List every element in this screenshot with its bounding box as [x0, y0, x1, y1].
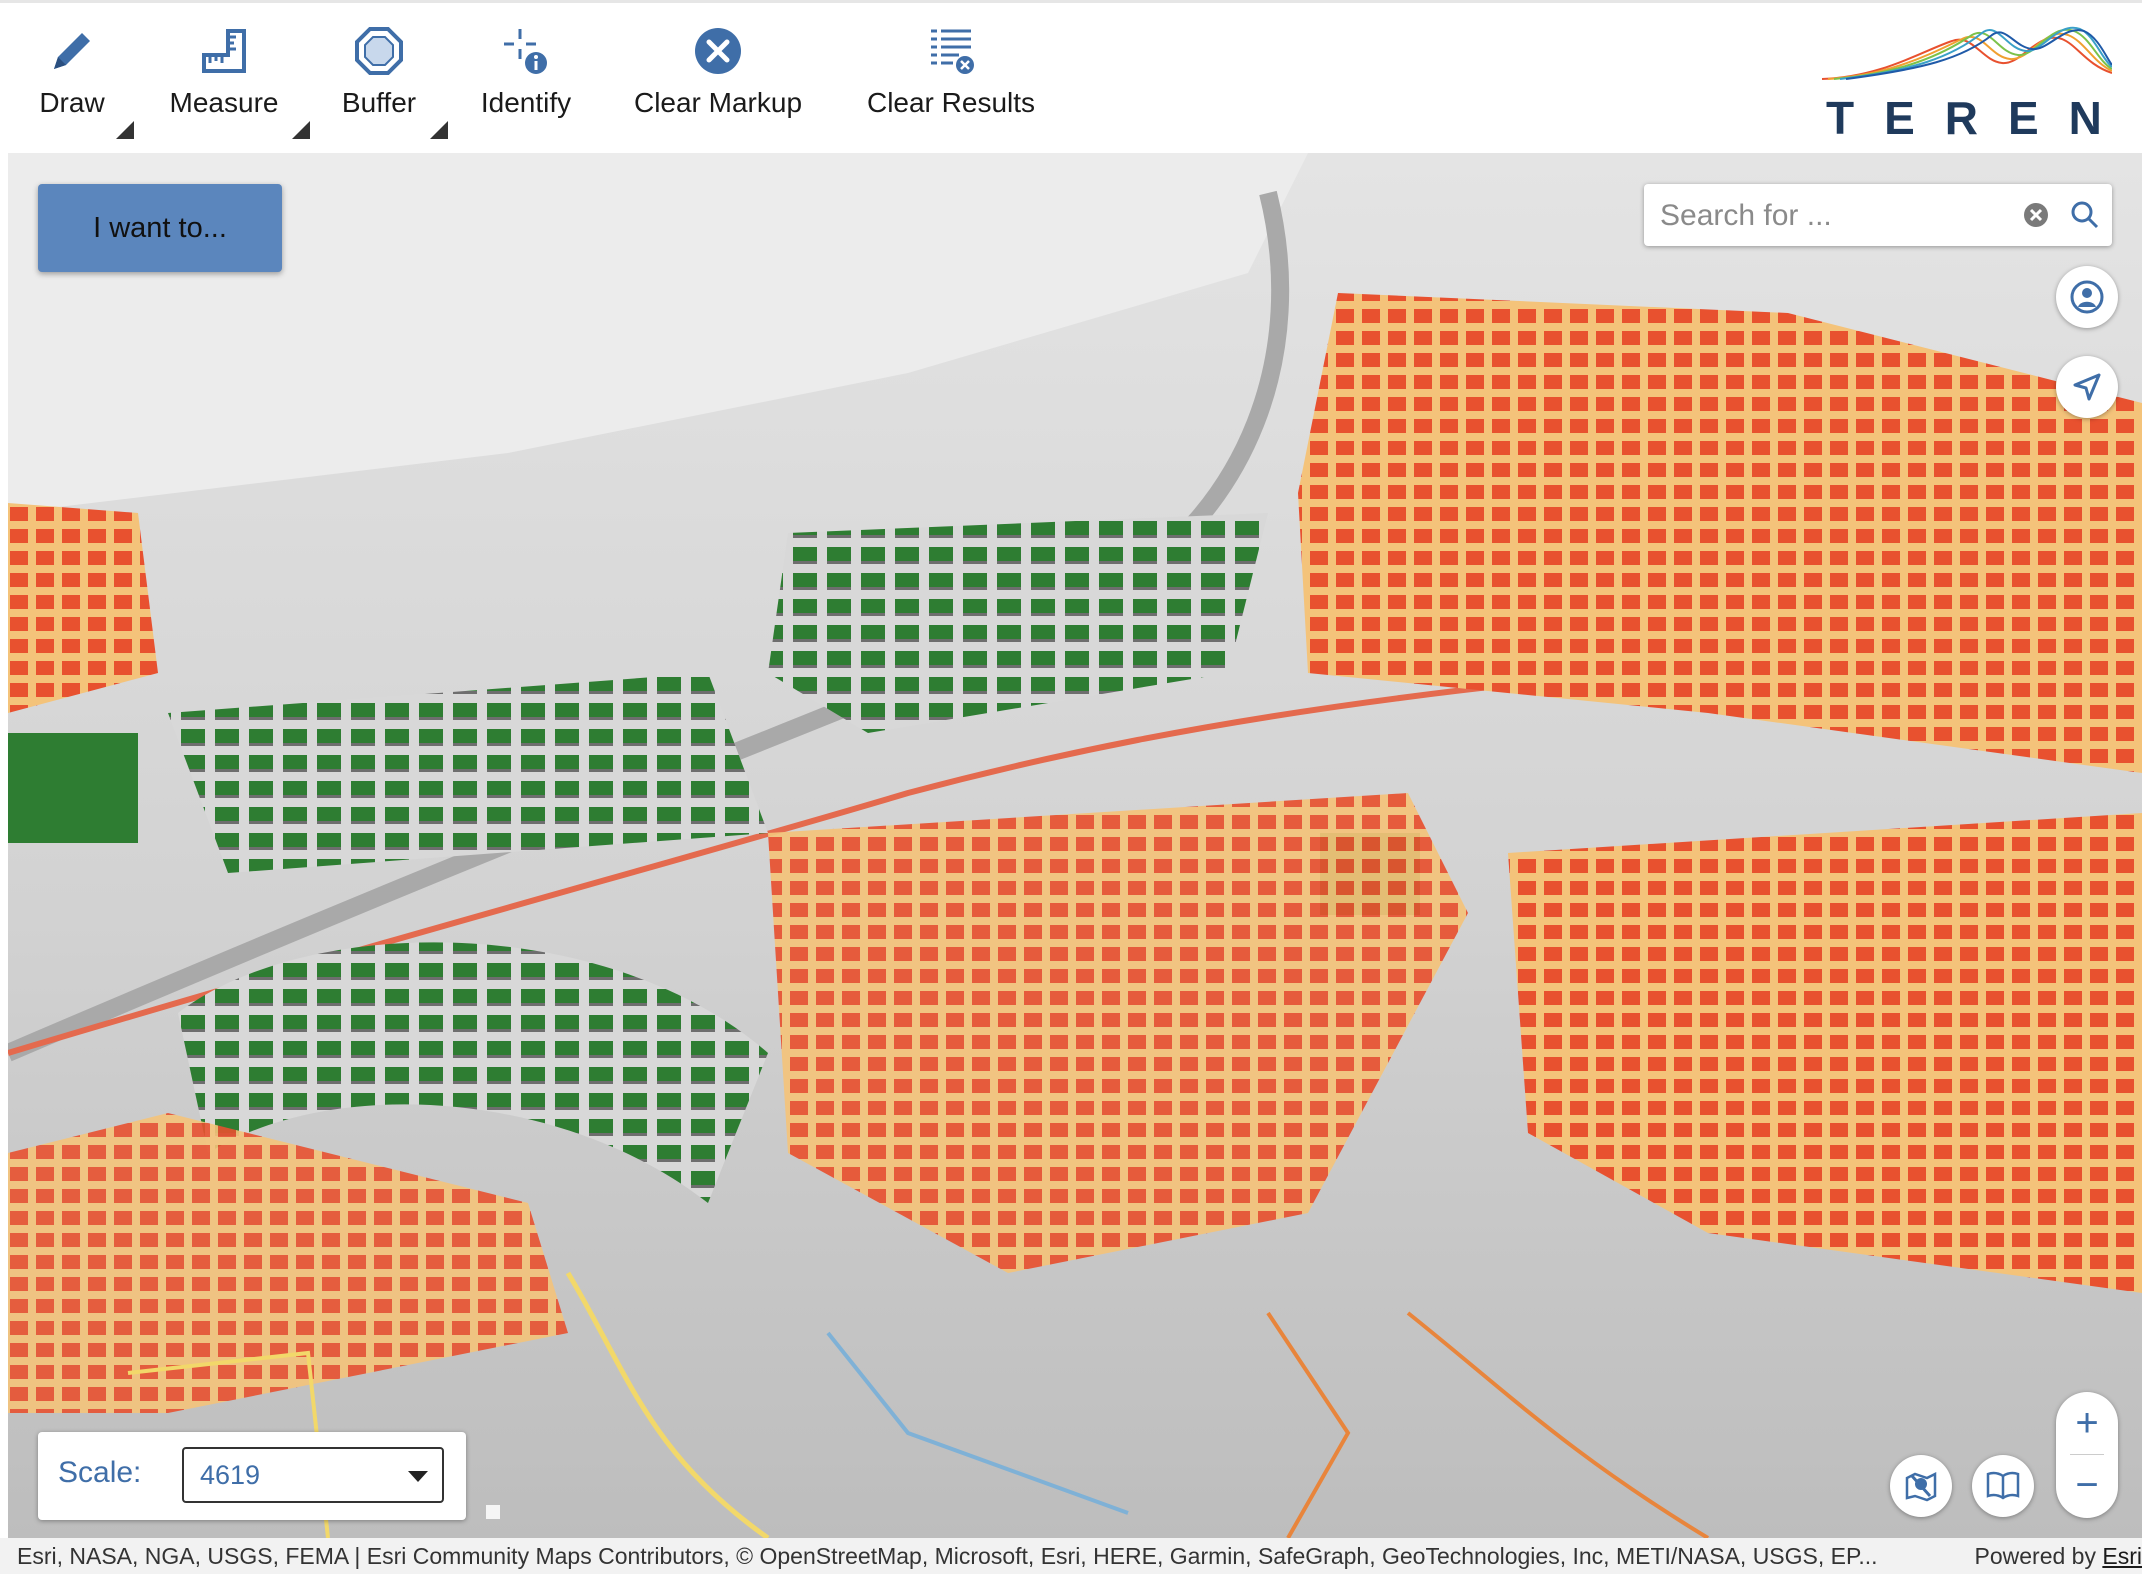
pencil-icon: [54, 33, 90, 69]
search-icon[interactable]: [2070, 200, 2100, 230]
zoom-out-button[interactable]: −: [2056, 1454, 2118, 1516]
draw-tool-button[interactable]: Draw: [30, 25, 134, 145]
scale-value: 4619: [200, 1460, 261, 1490]
toolbar: Draw Measure Buffer Identify Clear Marku…: [0, 0, 2142, 153]
identify-tool-button[interactable]: Identify: [478, 25, 574, 145]
chevron-down-icon: [408, 1471, 428, 1482]
map-view[interactable]: I want to... Search for ... + − Scale: 4…: [8, 153, 2142, 1538]
buffer-dropdown-arrow[interactable]: [430, 121, 448, 139]
logo-wordmark: TEREN: [1826, 92, 2132, 144]
attribution-text: Esri, NASA, NGA, USGS, FEMA | Esri Commu…: [17, 1543, 1878, 1569]
teren-logo: TEREN: [1822, 21, 2112, 146]
buffer-tool-button[interactable]: Buffer: [340, 25, 448, 145]
green-field-1: [8, 733, 138, 843]
draw-dropdown-arrow[interactable]: [116, 121, 134, 139]
map-marker-icon: [1905, 1471, 1937, 1502]
identify-icon: [504, 29, 547, 74]
measure-label: Measure: [169, 87, 279, 118]
search-input[interactable]: [1658, 194, 2002, 238]
user-location-button[interactable]: [2056, 266, 2118, 328]
powered-by-label: Powered by: [1974, 1543, 2096, 1569]
clear-markup-label: Clear Markup: [633, 87, 803, 118]
esri-link[interactable]: Esri: [2102, 1543, 2142, 1569]
powered-by: Powered by Esri: [1975, 1543, 2142, 1570]
search-box: [1644, 184, 2112, 246]
map-edge-mark: [486, 1505, 500, 1519]
buffer-label: Buffer: [341, 87, 417, 118]
mountain-waves-icon: [1822, 26, 2112, 80]
scale-select[interactable]: 4619: [182, 1447, 444, 1503]
marker-tool-button[interactable]: [1890, 1455, 1952, 1517]
attribution-bar: Esri, NASA, NGA, USGS, FEMA | Esri Commu…: [0, 1538, 2142, 1574]
terrain-scene[interactable]: [8, 153, 2142, 1538]
i-want-to-button[interactable]: I want to...: [38, 184, 282, 272]
zoom-control: + −: [2056, 1392, 2118, 1518]
measure-dropdown-arrow[interactable]: [292, 121, 310, 139]
clear-list-icon: [931, 29, 974, 74]
clear-results-label: Clear Results: [866, 87, 1036, 118]
measure-tool-button[interactable]: Measure: [168, 25, 310, 145]
scale-label: Scale:: [58, 1456, 142, 1489]
bookmarks-button[interactable]: [1972, 1455, 2034, 1517]
ruler-icon: [202, 29, 246, 73]
identify-label: Identify: [480, 87, 572, 118]
book-icon: [1986, 1471, 2020, 1500]
locate-button[interactable]: [2056, 356, 2118, 418]
clear-results-button[interactable]: Clear Results: [866, 25, 1036, 145]
draw-label: Draw: [39, 87, 105, 118]
scale-widget: Scale: 4619: [38, 1432, 466, 1520]
clear-search-icon[interactable]: [2022, 201, 2050, 229]
zoom-in-button[interactable]: +: [2056, 1392, 2118, 1454]
clear-markup-button[interactable]: Clear Markup: [632, 25, 804, 145]
buffer-icon: [355, 27, 403, 75]
locate-arrow-icon: [2073, 373, 2101, 401]
clear-circle-icon: [695, 28, 741, 74]
person-icon: [2070, 280, 2104, 314]
